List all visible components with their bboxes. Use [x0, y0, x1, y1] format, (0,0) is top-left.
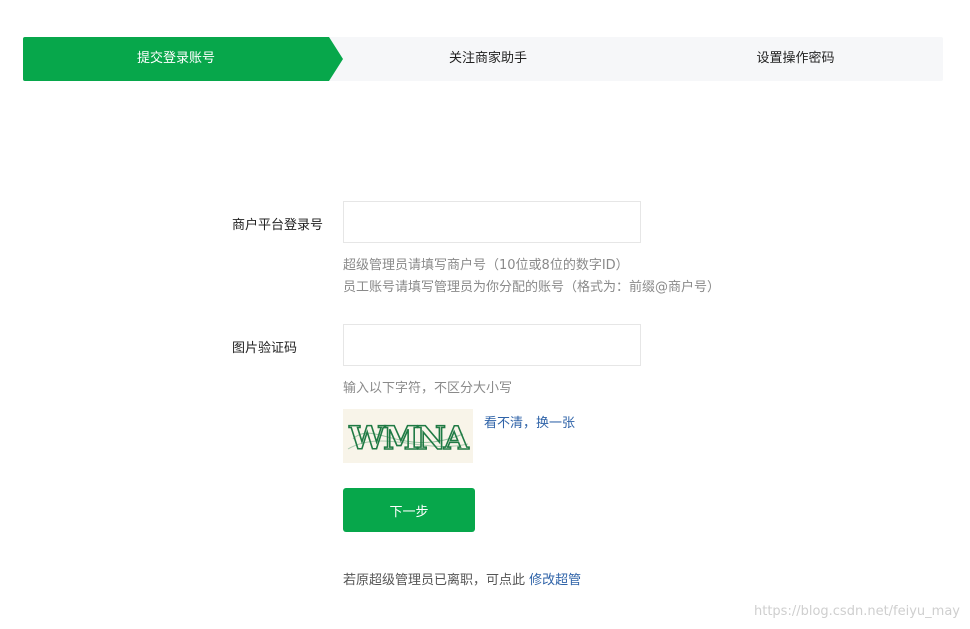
next-step-button[interactable]: 下一步	[343, 488, 475, 532]
captcha-hint: 输入以下字符，不区分大小写	[343, 381, 513, 396]
step-2-follow-assistant: 关注商家助手	[448, 51, 527, 66]
account-hint-admin: 超级管理员请填写商户号（10位或8位的数字ID）	[343, 258, 629, 273]
captcha-image[interactable]: WMNA	[343, 409, 473, 463]
account-hint-staff: 员工账号请填写管理员为你分配的账号（格式为：前缀@商户号）	[343, 280, 721, 295]
captcha-label: 图片验证码	[232, 341, 298, 356]
captcha-input[interactable]	[343, 324, 641, 366]
captcha-graphic: WMNA	[347, 418, 472, 458]
footer-note: 若原超级管理员已离职，可点此 修改超管	[343, 569, 581, 588]
step-progress-bar: 提交登录账号 关注商家助手 设置操作密码	[23, 37, 943, 81]
watermark-url: https://blog.csdn.net/feiyu_may	[753, 604, 960, 619]
captcha-text: WMNA	[348, 419, 470, 457]
account-label: 商户平台登录号	[232, 218, 324, 233]
refresh-captcha-link[interactable]: 看不清，换一张	[484, 412, 575, 431]
change-super-admin-link[interactable]: 修改超管	[529, 573, 581, 588]
footer-text: 若原超级管理员已离职，可点此	[343, 573, 526, 588]
step-1-submit-account: 提交登录账号	[136, 51, 215, 66]
step-3-set-password: 设置操作密码	[756, 51, 835, 66]
account-input[interactable]	[343, 201, 641, 243]
